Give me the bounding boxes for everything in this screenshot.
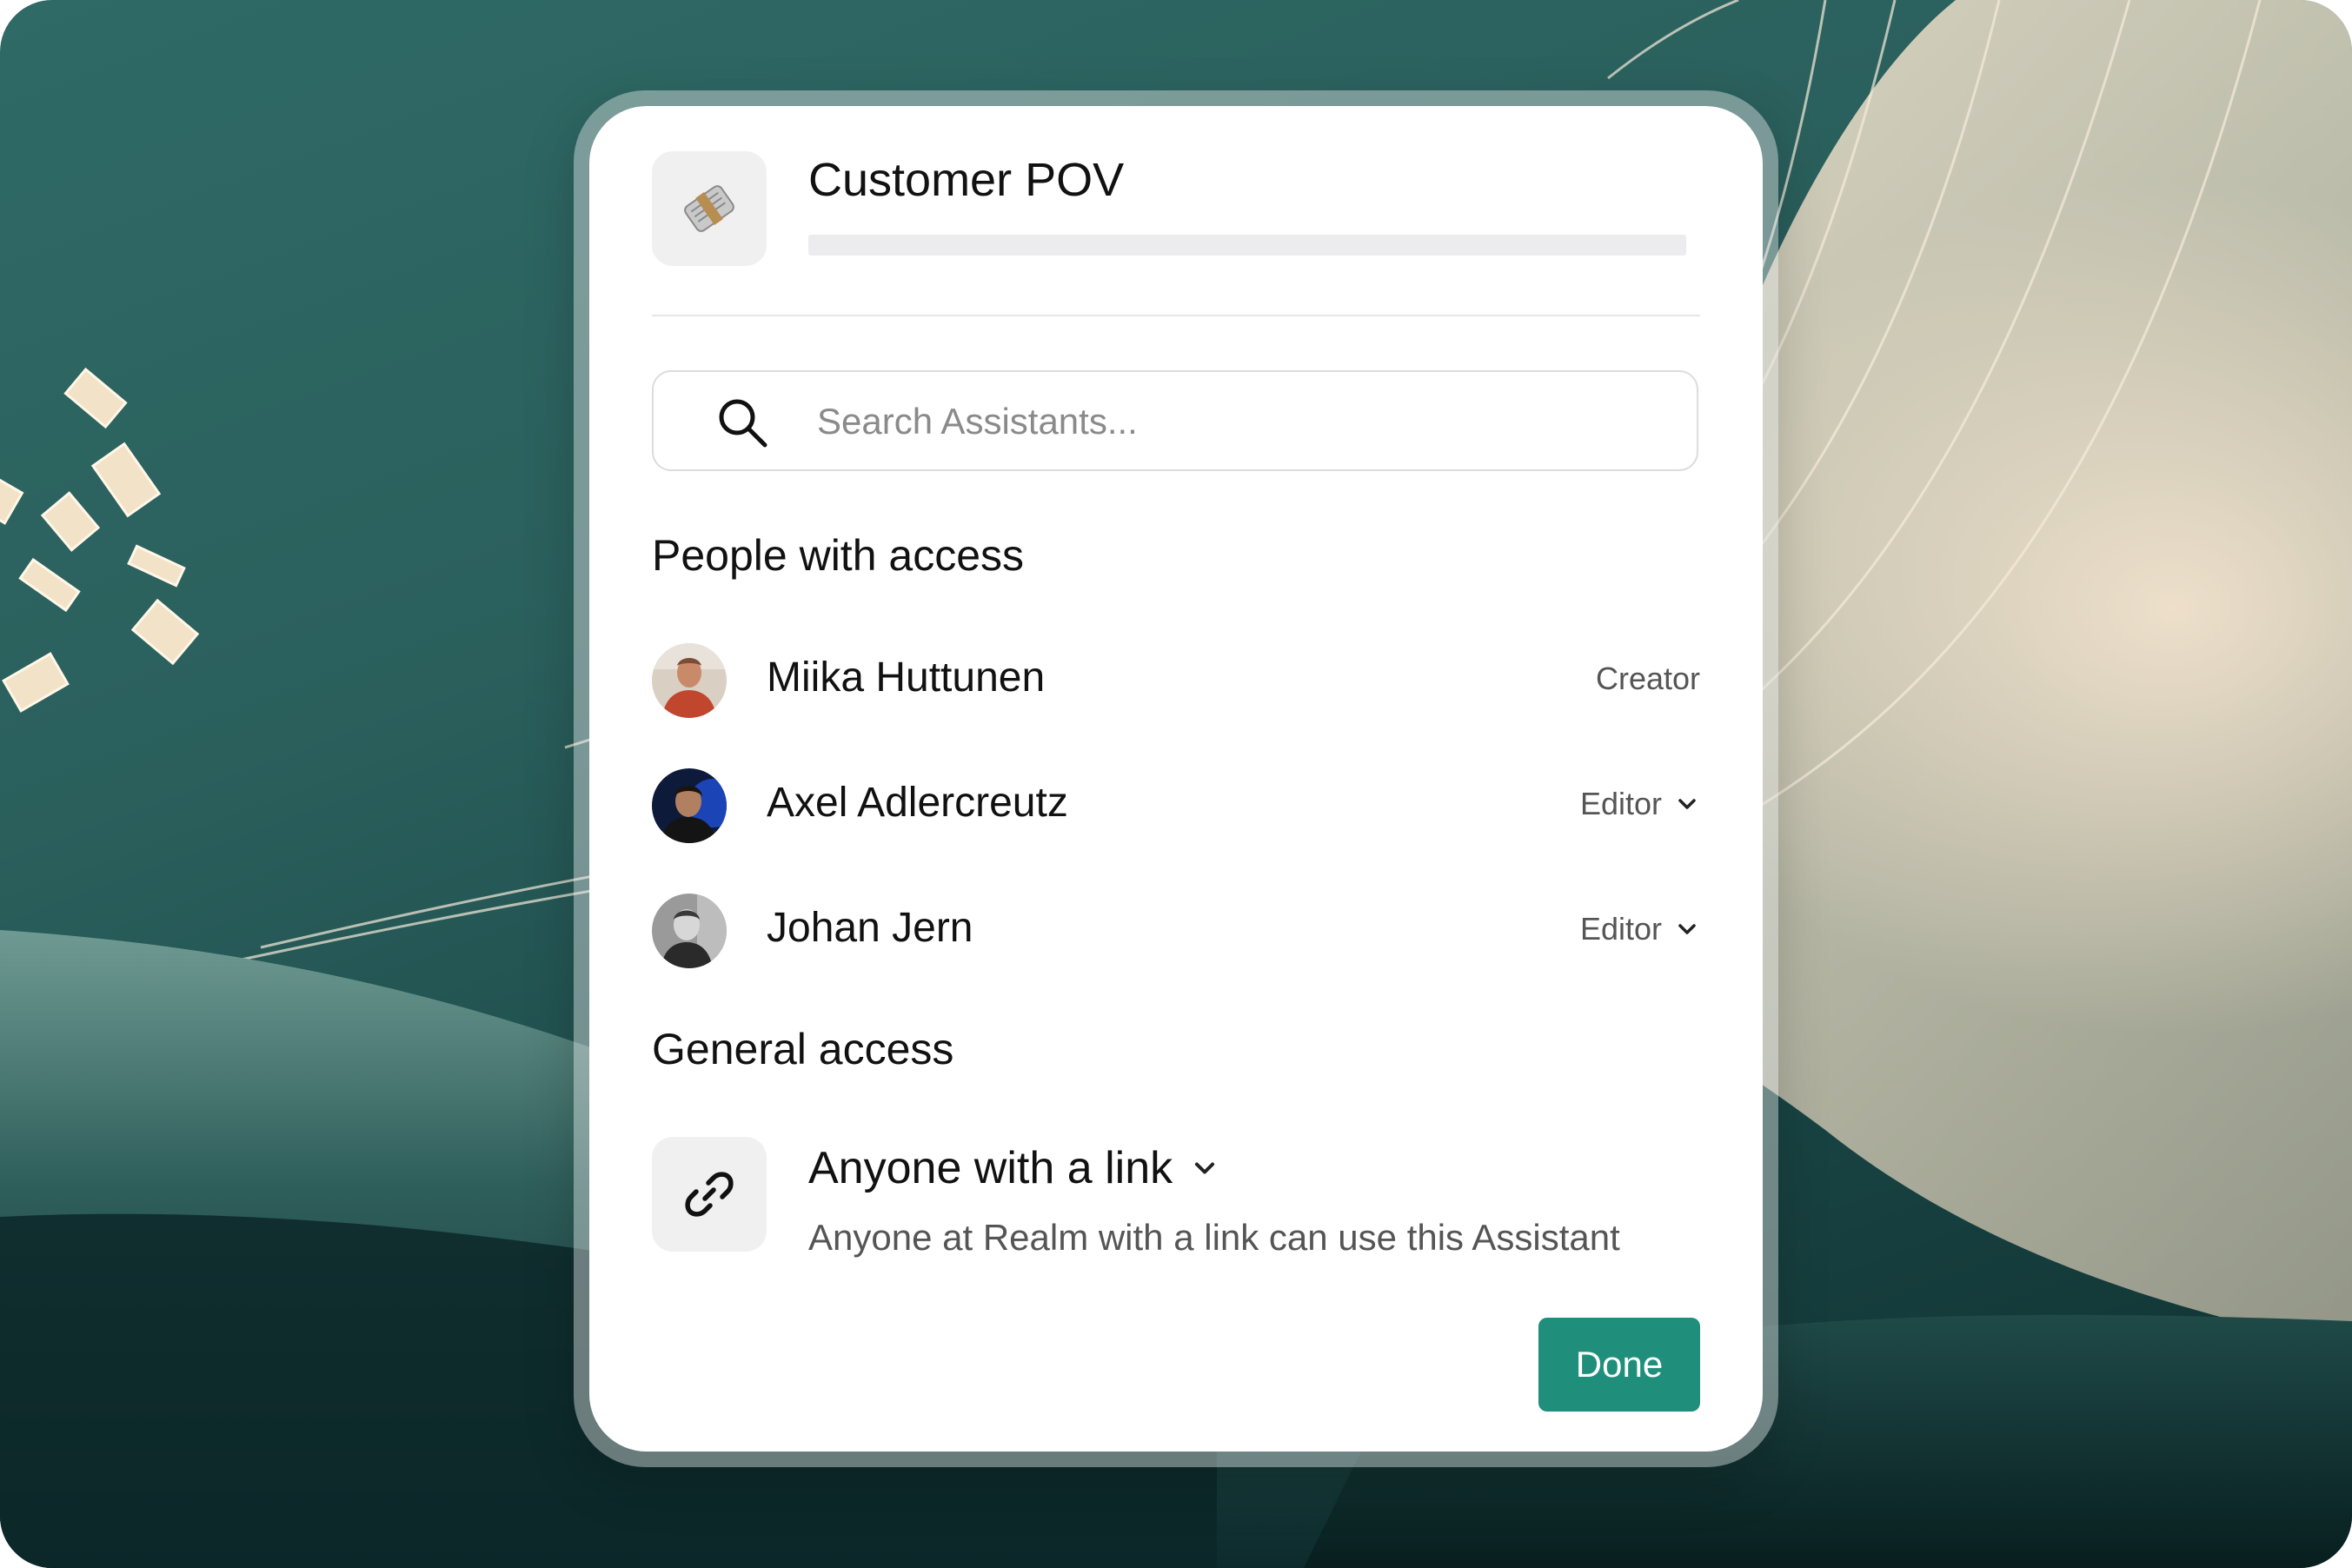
role-dropdown[interactable]: Editor — [1580, 911, 1700, 947]
person-name: Miika Huttunen — [767, 654, 1046, 701]
avatar — [652, 768, 727, 843]
person-row: Axel Adlercreutz Editor — [652, 767, 1700, 845]
assistant-title: Customer POV — [808, 154, 1125, 206]
done-button[interactable]: Done — [1538, 1318, 1700, 1412]
role-text: Editor — [1579, 911, 1662, 947]
search-box[interactable] — [652, 370, 1698, 471]
person-row: Miika Huttunen Creator — [652, 641, 1700, 720]
general-access-option: Anyone with a link — [808, 1143, 1173, 1193]
person-name: Johan Jern — [767, 905, 973, 951]
general-access-description: Anyone at Realm with a link can use this… — [808, 1217, 1620, 1258]
search-icon — [719, 399, 767, 448]
subtitle-placeholder — [808, 235, 1686, 256]
general-access-title: General access — [652, 1025, 954, 1073]
general-access-dropdown[interactable]: Anyone with a link — [808, 1142, 1219, 1194]
role-text: Creator — [1595, 661, 1700, 696]
newspaper-icon — [652, 151, 767, 266]
person-row: Johan Jern Editor — [652, 892, 1700, 970]
chevron-down-icon — [1195, 1162, 1215, 1174]
link-icon — [652, 1137, 767, 1252]
share-dialog: Customer POV People with access Miika Hu… — [589, 106, 1763, 1452]
role-label: Creator — [1596, 661, 1700, 697]
role-dropdown[interactable]: Editor — [1580, 786, 1700, 822]
divider — [652, 315, 1700, 316]
people-section-title: People with access — [652, 531, 1025, 580]
role-text: Editor — [1579, 786, 1662, 821]
avatar — [652, 643, 727, 718]
chevron-down-icon — [1678, 799, 1696, 809]
avatar — [652, 894, 727, 968]
chevron-down-icon — [1678, 924, 1696, 934]
person-name: Axel Adlercreutz — [767, 780, 1068, 826]
search-input[interactable] — [815, 395, 1653, 448]
